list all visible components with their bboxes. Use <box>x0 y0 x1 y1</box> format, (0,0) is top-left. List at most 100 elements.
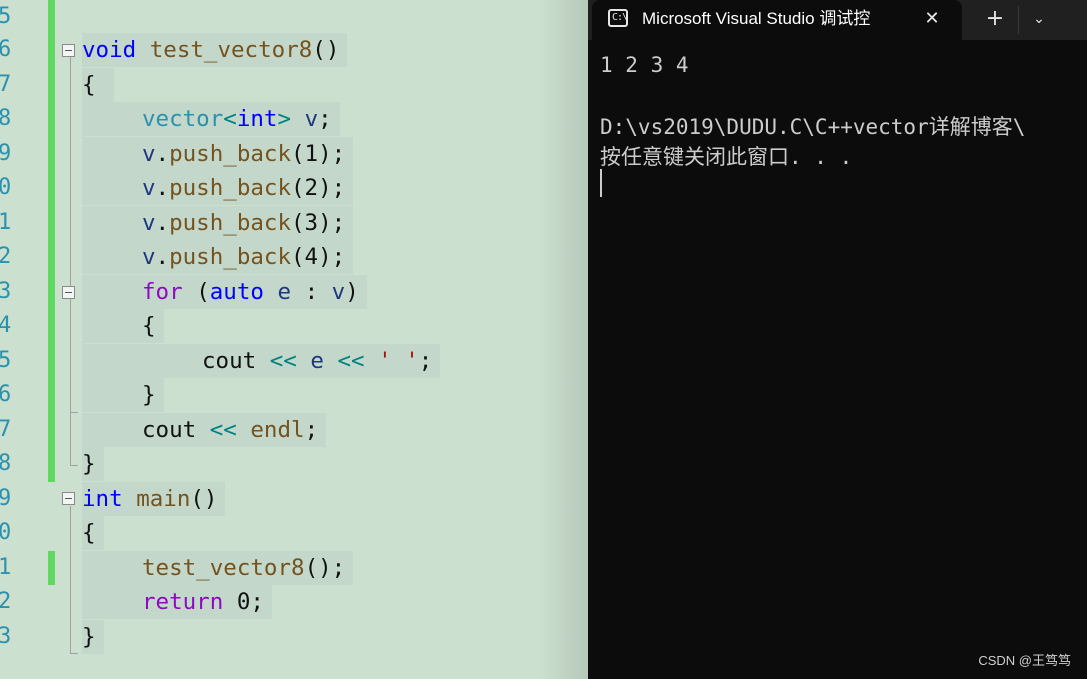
variable-e: e <box>277 279 292 305</box>
watermark: CSDN @王笃笃 <box>978 653 1071 668</box>
function-name: test_vector8 <box>149 37 313 63</box>
code-line-call-test-vector8[interactable]: test_vector8(); <box>82 551 354 585</box>
code-line-for-close-brace[interactable]: } <box>82 378 164 412</box>
code-line-push-back-1[interactable]: v.push_back(1); <box>82 137 354 171</box>
code-line-function-signature[interactable]: void test_vector8() <box>82 33 348 67</box>
fold-end-main <box>70 653 78 654</box>
line-number: 3 <box>0 279 12 304</box>
code-line-open-brace[interactable]: { <box>82 68 114 102</box>
return-value: 0; <box>236 589 264 615</box>
variable-v: v <box>142 141 156 167</box>
paren-close: ) <box>345 279 359 305</box>
call-parens: (); <box>304 555 346 581</box>
dot: . <box>155 141 170 167</box>
dot: . <box>155 244 170 270</box>
line-number: 7 <box>0 72 12 97</box>
brace: } <box>82 451 96 477</box>
line-number: 0 <box>0 520 12 545</box>
terminal-window[interactable]: C:\ Microsoft Visual Studio 调试控 ✕ + ⌄ 1 … <box>588 0 1087 679</box>
collapse-toggle-test-vector8[interactable] <box>62 44 75 57</box>
close-icon[interactable]: ✕ <box>920 7 944 31</box>
keyword-int: int <box>82 486 123 512</box>
method-push-back: push_back <box>169 175 292 201</box>
fold-end-for <box>70 412 78 413</box>
code-line-cout-e[interactable]: cout << e << ' '; <box>82 344 441 378</box>
code-line-main-open-brace[interactable]: { <box>82 516 104 550</box>
collapse-toggle-for-loop[interactable] <box>62 286 75 299</box>
code-line-push-back-3[interactable]: v.push_back(3); <box>82 206 354 240</box>
method-push-back: push_back <box>169 210 292 236</box>
function-main: main <box>136 486 191 512</box>
variable-v: v <box>142 210 156 236</box>
method-push-back: push_back <box>169 141 292 167</box>
angle-open: < <box>223 106 237 132</box>
line-number: 3 <box>0 624 12 649</box>
collapse-toggle-main[interactable] <box>62 492 75 505</box>
colon: : <box>304 279 319 305</box>
parens: () <box>312 37 340 63</box>
argument: (1); <box>291 141 346 167</box>
line-number: 8 <box>0 106 12 131</box>
line-number: 1 <box>0 210 12 235</box>
type-vector: vector <box>142 106 224 132</box>
variable-v: v <box>331 279 346 305</box>
variable-v: v <box>304 106 319 132</box>
function-call: test_vector8 <box>142 555 305 581</box>
keyword-return: return <box>142 589 224 615</box>
identifier-endl: endl <box>250 417 305 443</box>
text-cursor <box>600 169 602 197</box>
dot: . <box>155 175 170 201</box>
code-line-return[interactable]: return 0; <box>82 585 272 619</box>
code-line-cout-endl[interactable]: cout << endl; <box>82 413 327 447</box>
code-line-for-open-brace[interactable]: { <box>82 309 164 343</box>
code-line-push-back-4[interactable]: v.push_back(4); <box>82 240 354 274</box>
exit-path-message: D:\vs2019\DUDU.C\C++vector详解博客\ <box>600 115 1026 139</box>
paren-open: ( <box>196 279 210 305</box>
line-number: 2 <box>0 244 12 269</box>
line-number: 6 <box>0 382 12 407</box>
argument: (4); <box>291 244 346 270</box>
brace: { <box>82 520 96 546</box>
dot: . <box>155 210 170 236</box>
change-indicator-bottom <box>48 551 55 585</box>
line-number: 0 <box>0 175 12 200</box>
brace: { <box>82 72 96 98</box>
code-line-vector-decl[interactable]: vector<int> v; <box>82 102 340 136</box>
fold-end-function <box>70 465 78 466</box>
tab-title: Microsoft Visual Studio 调试控 <box>642 9 871 28</box>
line-number: 6 <box>0 37 12 62</box>
console-icon: C:\ <box>608 9 628 27</box>
keyword-for: for <box>142 279 183 305</box>
line-number: 9 <box>0 486 12 511</box>
code-line-function-close-brace[interactable]: } <box>82 447 104 481</box>
change-indicator-top <box>48 0 55 482</box>
line-number: 8 <box>0 451 12 476</box>
method-push-back: push_back <box>169 244 292 270</box>
code-line-main-signature[interactable]: int main() <box>82 482 226 516</box>
char-literal: ' ' <box>378 348 419 374</box>
line-number: 1 <box>0 555 12 580</box>
brace: } <box>142 382 156 408</box>
variable-v: v <box>142 175 156 201</box>
keyword-int: int <box>236 106 278 132</box>
code-line-push-back-2[interactable]: v.push_back(2); <box>82 171 354 205</box>
code-line-main-close-brace[interactable]: } <box>82 620 104 654</box>
console-icon-glyph: C:\ <box>612 12 628 23</box>
tab-bar: C:\ Microsoft Visual Studio 调试控 ✕ + ⌄ <box>588 0 1087 40</box>
code-line-for-loop[interactable]: for (auto e : v) <box>82 275 367 309</box>
new-tab-plus-icon[interactable]: + <box>980 5 1010 33</box>
window-shadow <box>540 0 588 679</box>
argument: (3); <box>291 210 346 236</box>
argument: (2); <box>291 175 346 201</box>
semicolon: ; <box>304 417 319 443</box>
semicolon: ; <box>418 348 433 374</box>
variable-v: v <box>142 244 156 270</box>
identifier-cout: cout <box>202 348 257 374</box>
parens: () <box>190 486 218 512</box>
chevron-down-icon[interactable]: ⌄ <box>1024 5 1054 33</box>
code-editor[interactable]: 5 6 7 8 9 0 1 2 3 4 5 6 7 8 9 0 1 2 3 vo… <box>0 0 588 679</box>
tab-debug-console[interactable]: C:\ Microsoft Visual Studio 调试控 ✕ <box>592 0 962 40</box>
semicolon: ; <box>318 106 332 132</box>
line-number: 7 <box>0 417 12 442</box>
identifier-cout: cout <box>142 417 197 443</box>
